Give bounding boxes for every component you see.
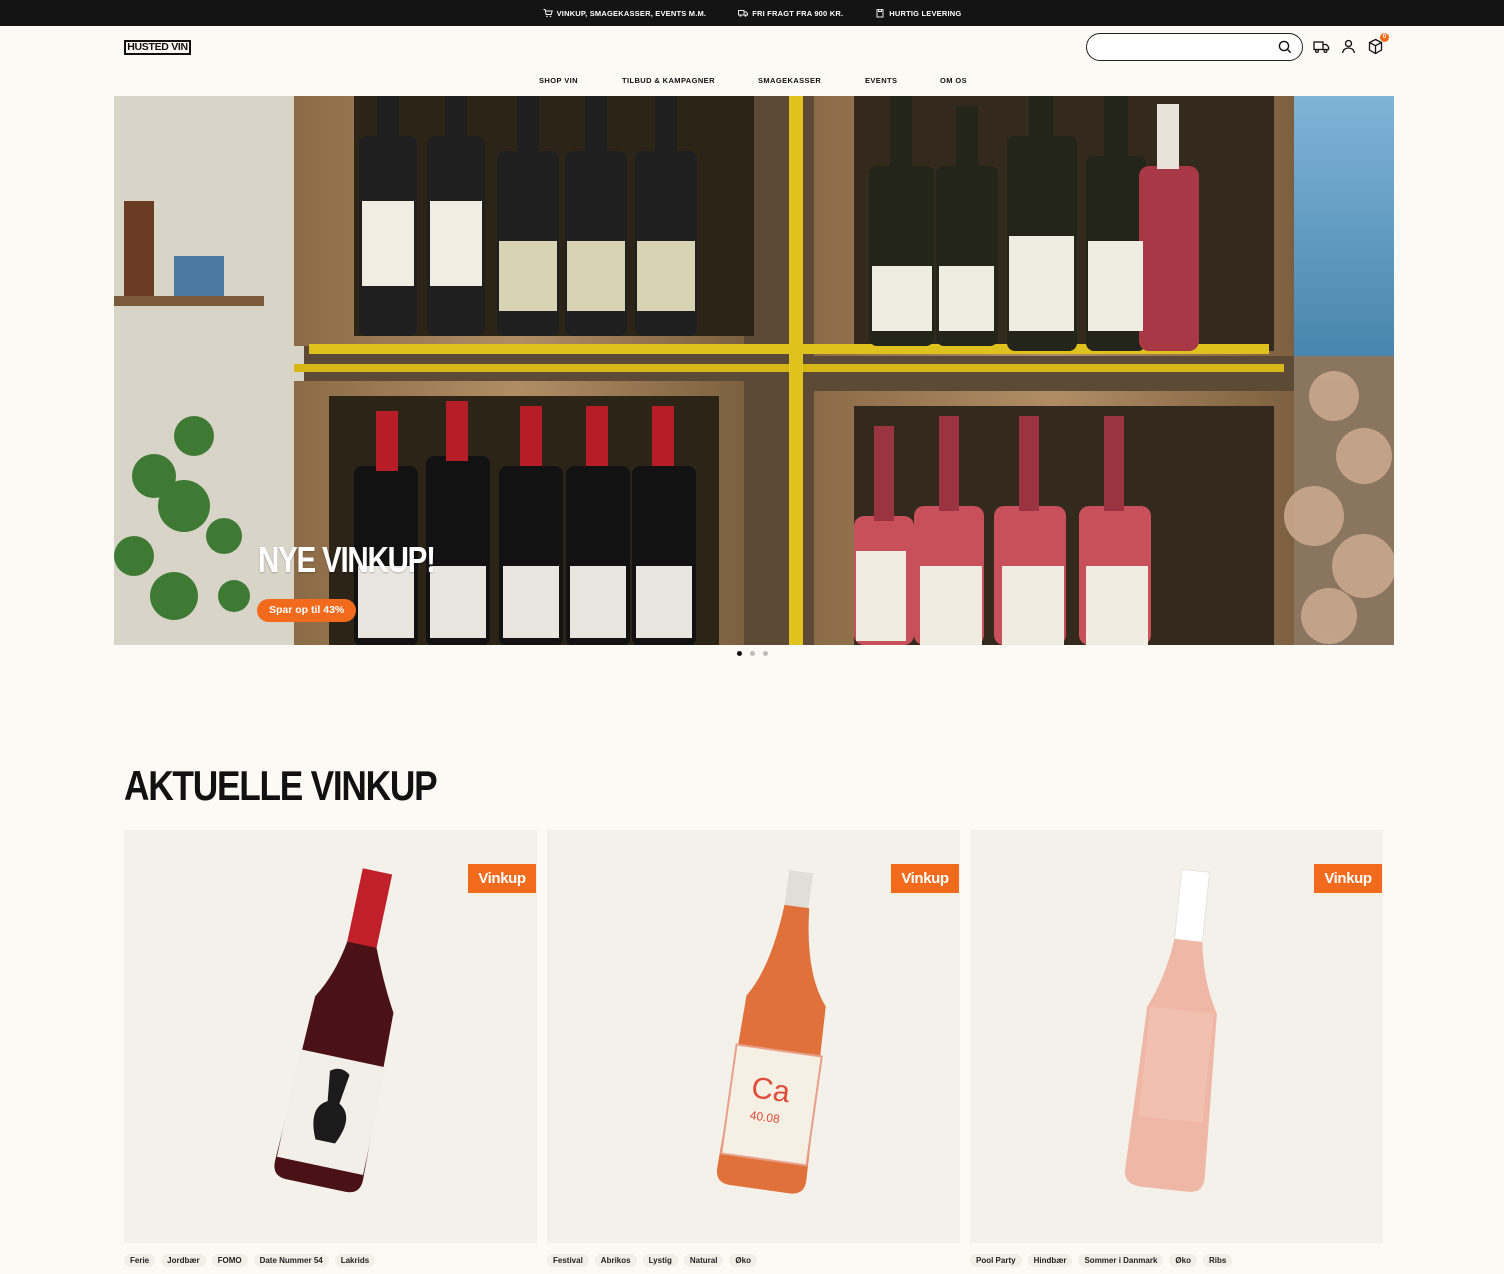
tag[interactable]: Øko [1169,1254,1197,1267]
slider-dot[interactable] [750,651,755,656]
section-title: AKTUELLE VINKUP [124,762,438,809]
nav-item-smagekasser[interactable]: SMAGEKASSER [758,76,821,85]
usp-item: HURTIG LEVERING [875,8,961,18]
tag[interactable]: Ribs [1202,1254,1233,1267]
tag[interactable]: Pool Party [970,1254,1022,1267]
slider-dot[interactable] [763,651,768,656]
site-header: HUSTED VIN 0 SHOP VIN TILBUD & KAMPAGNER… [0,26,1504,94]
tag[interactable]: Ferie [124,1254,156,1267]
tag[interactable]: Sommer i Danmark [1078,1254,1164,1267]
tag[interactable]: Lystig [642,1254,678,1267]
tag[interactable]: Øko [729,1254,757,1267]
product-badge: Vinkup [468,864,536,893]
user-icon[interactable] [1340,38,1357,55]
nav-item-shop-vin[interactable]: SHOP VIN [539,76,578,85]
search-icon[interactable] [1278,40,1292,54]
tag[interactable]: Hindbær [1027,1254,1073,1267]
nav-item-tilbud[interactable]: TILBUD & KAMPAGNER [622,76,715,85]
tag-list: Ferie Jordbær FOMO Date Nummer 54 Lakrid… [124,1254,376,1267]
usp-text: VINKUP, SMAGEKASSER, EVENTS M.M. [556,8,707,18]
hero-banner[interactable]: NYE VINKUP! Spar op til 43% [114,96,1394,645]
tag[interactable]: Festival [547,1254,589,1267]
product-card[interactable]: Ca 40.08 Vinkup [547,830,960,1243]
logo[interactable]: HUSTED VIN [124,40,191,55]
package-icon [876,9,884,18]
usp-item: VINKUP, SMAGEKASSER, EVENTS M.M. [543,8,707,18]
nav-item-om-os[interactable]: OM OS [940,76,967,85]
product-card[interactable]: Vinkup [124,830,537,1243]
slider-dot[interactable] [737,651,742,656]
cart-icon [543,9,553,18]
tag-list: Pool Party Hindbær Sommer i Danmark Øko … [970,1254,1233,1267]
truck-icon [738,10,749,17]
usp-text: HURTIG LEVERING [889,8,962,18]
hero-cta-button[interactable]: Spar op til 43% [257,599,357,622]
search-box[interactable] [1086,33,1303,61]
tag[interactable]: Abrikos [594,1254,637,1267]
tag-list: Festival Abrikos Lystig Natural Øko [547,1254,757,1267]
tag[interactable]: Jordbær [161,1254,206,1267]
usp-bar: VINKUP, SMAGEKASSER, EVENTS M.M. FRI FRA… [0,0,1504,26]
search-input[interactable] [1101,39,1271,55]
tag[interactable]: Date Nummer 54 [253,1254,329,1267]
usp-text: FRI FRAGT FRA 900 KR. [752,8,844,18]
hero-title: NYE VINKUP! [258,539,436,580]
product-badge: Vinkup [1314,864,1382,893]
tag[interactable]: FOMO [211,1254,248,1267]
usp-item: FRI FRAGT FRA 900 KR. [738,8,843,18]
delivery-truck-icon[interactable] [1313,38,1330,55]
tag[interactable]: Natural [683,1254,724,1267]
cart-count-badge: 0 [1380,33,1389,42]
slider-dots [737,651,768,656]
product-badge: Vinkup [891,864,959,893]
nav-item-events[interactable]: EVENTS [865,76,897,85]
product-card[interactable]: Vinkup [970,830,1383,1243]
svg-text:Ca: Ca [749,1071,792,1109]
tag[interactable]: Lakrids [334,1254,376,1267]
